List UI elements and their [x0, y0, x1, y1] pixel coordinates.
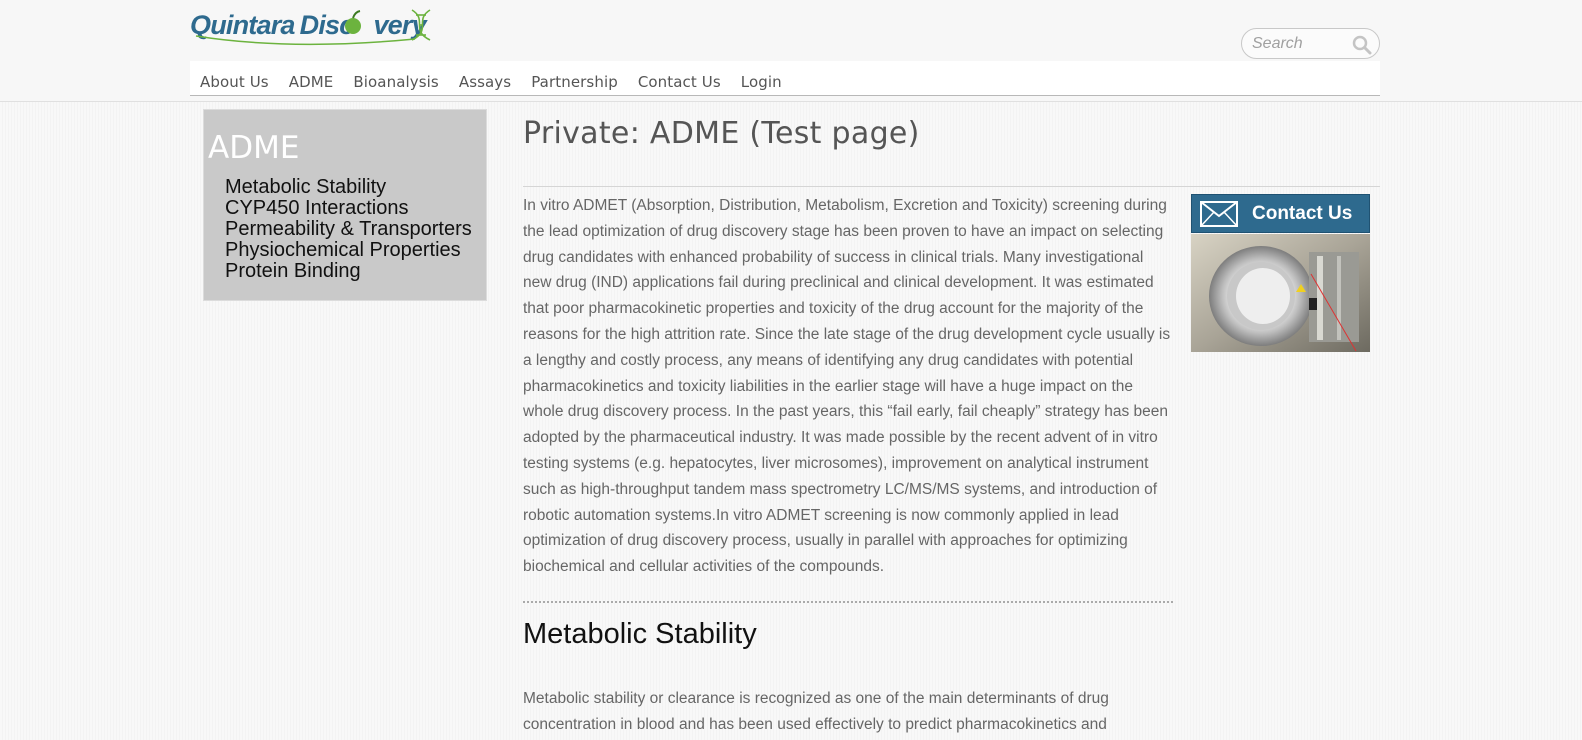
site-header: QuintaraDiscvery About Us ADME Bioanalys… [0, 0, 1582, 102]
title-divider [523, 186, 1380, 187]
intro-paragraph: In vitro ADMET (Absorption, Distribution… [523, 197, 1171, 576]
mail-icon [1200, 201, 1238, 227]
nav-item-assays[interactable]: Assays [459, 73, 511, 95]
section-heading-metabolic-stability: Metabolic Stability [523, 618, 757, 650]
nav-item-partnership[interactable]: Partnership [531, 73, 618, 95]
nav-item-adme[interactable]: ADME [289, 73, 334, 95]
site-logo[interactable]: Quintara Disc very [190, 6, 440, 46]
sidebar-link-cyp450-interactions[interactable]: CYP450 Interactions [225, 198, 472, 219]
sidebar-link-metabolic-stability[interactable]: Metabolic Stability [225, 177, 472, 198]
contact-us-button[interactable]: Contact Us [1191, 194, 1370, 233]
section-divider [523, 601, 1173, 603]
lab-instrument-photo[interactable] [1191, 234, 1370, 352]
nav-item-login[interactable]: Login [741, 73, 782, 95]
nav-item-contact-us[interactable]: Contact Us [638, 73, 721, 95]
nav-item-about-us[interactable]: About Us [200, 73, 269, 95]
contact-widget: Contact Us [1191, 194, 1370, 352]
contact-us-label: Contact Us [1252, 203, 1353, 224]
sidebar-list: Metabolic Stability CYP450 Interactions … [225, 177, 472, 282]
sidebar-link-permeability-transporters[interactable]: Permeability & Transporters [225, 219, 472, 240]
logo-text-quintara: Quintara [190, 10, 295, 40]
page-title: Private: ADME (Test page) [523, 116, 920, 151]
search-box[interactable] [1241, 28, 1380, 59]
sidebar-adme: ADME Metabolic Stability CYP450 Interact… [203, 109, 487, 301]
svg-text:QuintaraDiscvery: Quintara Disc very [190, 10, 429, 40]
sidebar-link-physiochemical-properties[interactable]: Physiochemical Properties [225, 240, 472, 261]
sidebar-title: ADME [208, 130, 300, 166]
section-paragraph: Metabolic stability or clearance is reco… [523, 690, 1109, 733]
nav-item-bioanalysis[interactable]: Bioanalysis [353, 73, 438, 95]
search-input[interactable] [1252, 34, 1347, 54]
main-nav: About Us ADME Bioanalysis Assays Partner… [190, 61, 1380, 96]
search-icon[interactable] [1352, 35, 1372, 55]
sidebar-link-protein-binding[interactable]: Protein Binding [225, 261, 472, 282]
